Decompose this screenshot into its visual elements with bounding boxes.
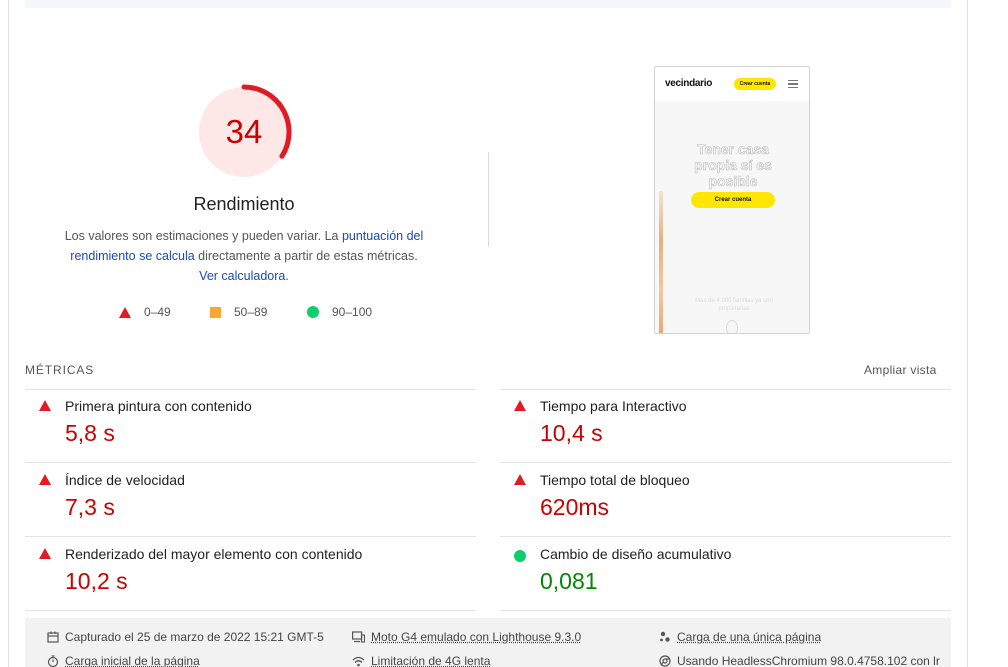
- fail-triangle-icon: [514, 474, 526, 485]
- screenshot-header: vecindario Crear cuenta: [655, 67, 809, 101]
- description-text: directamente a partir de estas métricas.: [195, 249, 418, 263]
- metric-time-to-interactive: Tiempo para Interactivo 10,4 s: [500, 390, 951, 463]
- metric-label: Primera pintura con contenido: [65, 398, 252, 414]
- footer-initial-load-text: Carga inicial de la página: [65, 654, 200, 667]
- performance-score: 34: [193, 81, 295, 183]
- wifi-icon: [352, 655, 365, 667]
- single-page-icon: [658, 631, 671, 644]
- legend-label: 50–89: [234, 305, 267, 319]
- metric-value: 620ms: [540, 494, 609, 521]
- section-divider: [488, 152, 489, 247]
- run-info-footer: Capturado el 25 de marzo de 2022 15:21 G…: [25, 618, 951, 667]
- metric-speed-index: Índice de velocidad 7,3 s: [25, 464, 476, 537]
- metric-first-contentful-paint: Primera pintura con contenido 5,8 s: [25, 390, 476, 463]
- screenshot-image-strip: [659, 191, 663, 334]
- screenshot-small-text: Más de 4.000 familias ya son propietaria…: [679, 297, 789, 313]
- legend-item-average: 50–89: [210, 305, 267, 319]
- screenshot-header-cta: Crear cuenta: [734, 78, 776, 90]
- square-icon: [210, 307, 221, 318]
- metric-value: 0,081: [540, 568, 598, 595]
- calendar-icon: [46, 631, 59, 644]
- pass-circle-icon: [514, 550, 526, 562]
- score-description: Los valores son estimaciones y pueden va…: [60, 226, 428, 286]
- screenshot-cta: Crear cuenta: [691, 192, 775, 208]
- footer-session-text: Carga de una única página: [677, 630, 821, 644]
- metric-label: Tiempo total de bloqueo: [540, 472, 690, 488]
- footer-session[interactable]: Carga de una única página: [658, 630, 821, 644]
- hamburger-menu-icon: [788, 80, 798, 88]
- footer-browser: Usando HeadlessChromium 98.0.4758.102 co…: [658, 654, 940, 667]
- final-screenshot[interactable]: vecindario Crear cuenta Tener casa propi…: [654, 66, 810, 334]
- metric-largest-contentful-paint: Renderizado del mayor elemento con conte…: [25, 538, 476, 611]
- description-text: Los valores son estimaciones y pueden va…: [65, 229, 342, 243]
- metrics-divider: [25, 536, 476, 537]
- metrics-divider: [500, 536, 951, 537]
- description-text: .: [285, 269, 288, 283]
- footer-throttling-text: Limitación de 4G lenta: [371, 654, 490, 667]
- footer-device-text: Moto G4 emulado con Lighthouse 9.3.0: [371, 630, 581, 644]
- metric-label: Cambio de diseño acumulativo: [540, 546, 731, 562]
- circle-icon: [307, 306, 319, 318]
- legend-item-fail: 0–49: [119, 305, 171, 319]
- screenshot-hero: Tener casa propia sí es posible Crear cu…: [655, 101, 809, 333]
- metric-cumulative-layout-shift: Cambio de diseño acumulativo 0,081: [500, 538, 951, 611]
- footer-initial-load[interactable]: Carga inicial de la página: [46, 654, 200, 667]
- calculator-link[interactable]: Ver calculadora: [199, 269, 285, 283]
- metrics-header: MÉTRICAS: [25, 363, 94, 377]
- stopwatch-icon: [46, 655, 59, 667]
- metric-value: 10,4 s: [540, 420, 603, 447]
- chrome-icon: [658, 655, 671, 667]
- fail-triangle-icon: [39, 474, 51, 485]
- metric-value: 7,3 s: [65, 494, 115, 521]
- legend-label: 90–100: [332, 305, 372, 319]
- metric-label: Tiempo para Interactivo: [540, 398, 687, 414]
- footer-captured: Capturado el 25 de marzo de 2022 15:21 G…: [46, 630, 324, 644]
- fail-triangle-icon: [39, 548, 51, 559]
- legend-item-pass: 90–100: [307, 305, 372, 319]
- legend-label: 0–49: [144, 305, 171, 319]
- screenshot-scroll-icon: [726, 320, 738, 334]
- performance-title: Rendimiento: [144, 194, 344, 215]
- metrics-divider: [500, 462, 951, 463]
- metric-label: Índice de velocidad: [65, 472, 185, 488]
- fail-triangle-icon: [514, 400, 526, 411]
- expand-view-toggle[interactable]: Ampliar vista: [864, 363, 937, 377]
- metrics-divider: [25, 610, 476, 611]
- device-icon: [352, 631, 365, 644]
- top-strip: [25, 0, 951, 8]
- fail-triangle-icon: [39, 400, 51, 411]
- screenshot-headline: Tener casa propia sí es posible: [677, 141, 789, 189]
- metric-total-blocking-time: Tiempo total de bloqueo 620ms: [500, 464, 951, 537]
- footer-throttling[interactable]: Limitación de 4G lenta: [352, 654, 490, 667]
- metrics-divider: [500, 610, 951, 611]
- footer-browser-text: Usando HeadlessChromium 98.0.4758.102 co…: [677, 654, 940, 667]
- triangle-icon: [119, 307, 131, 318]
- metrics-divider: [25, 462, 476, 463]
- screenshot-logo: vecindario: [665, 78, 712, 89]
- metric-value: 10,2 s: [65, 568, 128, 595]
- footer-device[interactable]: Moto G4 emulado con Lighthouse 9.3.0: [352, 630, 581, 644]
- metric-value: 5,8 s: [65, 420, 115, 447]
- metric-label: Renderizado del mayor elemento con conte…: [65, 546, 362, 562]
- footer-captured-text: Capturado el 25 de marzo de 2022 15:21 G…: [65, 630, 324, 644]
